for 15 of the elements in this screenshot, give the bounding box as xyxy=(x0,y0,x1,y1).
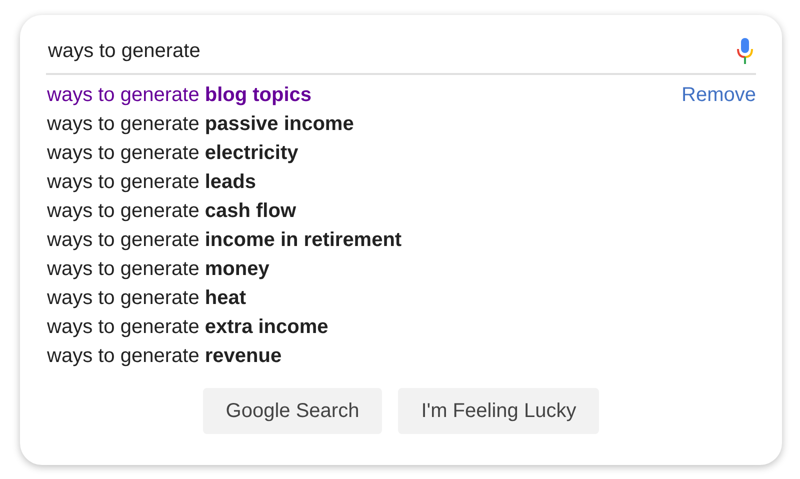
suggestion-item[interactable]: ways to generate money xyxy=(46,258,270,281)
suggestion-item[interactable]: ways to generate electricity xyxy=(46,142,298,165)
suggestion-item[interactable]: ways to generate leads xyxy=(46,171,256,194)
suggestion-item[interactable]: ways to generate heat xyxy=(46,287,246,310)
suggestion-item[interactable]: ways to generate passive income xyxy=(46,113,354,136)
suggestion-item[interactable]: ways to generate revenue xyxy=(46,345,282,368)
suggestion-item[interactable]: ways to generate blog topics xyxy=(46,84,312,107)
search-field[interactable]: ways to generate xyxy=(46,40,736,62)
remove-link[interactable]: Remove xyxy=(682,84,756,107)
search-button[interactable]: I'm Feeling Lucky xyxy=(398,388,600,434)
suggestion-item[interactable]: ways to generate income in retirement xyxy=(46,229,402,252)
suggestion-item[interactable]: ways to generate cash flow xyxy=(46,200,296,223)
search-button[interactable]: Google Search xyxy=(202,388,382,434)
suggestion-item[interactable]: ways to generate extra income xyxy=(46,316,328,339)
microphone-icon[interactable] xyxy=(736,37,754,65)
